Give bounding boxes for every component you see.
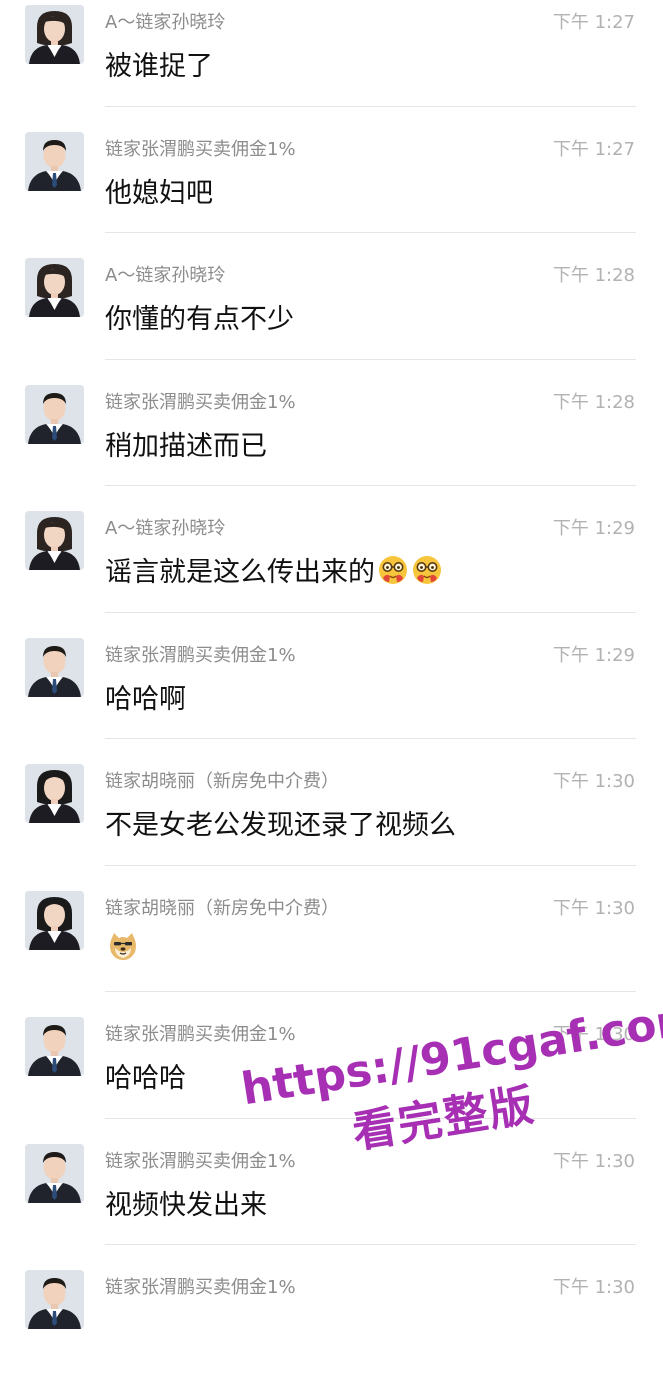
message-text[interactable]: 哈哈哈 [105,1056,186,1095]
sender-name[interactable]: 链家张渭鹏买卖佣金1% [105,1147,296,1173]
sender-name[interactable]: A～链家孙晓玲 [105,261,225,287]
message-text[interactable]: 视频快发出来 [105,1183,267,1222]
avatar[interactable] [25,384,84,444]
avatar[interactable] [25,131,84,191]
avatar[interactable] [25,890,84,950]
message-text[interactable]: 被谁捉了 [105,44,213,83]
message-text[interactable]: 谣言就是这么传出来的 [105,550,443,589]
message-time: 下午 1:27 [552,12,635,33]
message-time: 下午 1:28 [552,391,635,413]
message-divider [105,1117,636,1119]
sender-name[interactable]: 链家胡晓丽（新房免中介费） [105,767,339,793]
message-divider [105,105,636,107]
sender-name[interactable]: A～链家孙晓玲 [105,514,225,540]
message-divider [105,358,636,360]
avatar[interactable] [25,764,84,823]
sender-name[interactable]: 链家张渭鹏买卖佣金1% [105,1020,296,1046]
message-time: 下午 1:30 [552,771,635,792]
chat-message[interactable]: A～链家孙晓玲 下午 1:27 被谁捉了 [0,0,663,127]
message-divider [105,232,636,233]
message-divider [105,1244,636,1245]
message-divider [105,991,636,992]
message-body: 稍加描述而已 [105,430,267,462]
message-time: 下午 1:30 [552,1150,635,1172]
avatar[interactable] [25,5,84,64]
message-divider [105,738,636,739]
avatar[interactable] [25,1017,84,1076]
message-text[interactable]: 你懂的有点不少 [105,297,294,336]
chat-message[interactable]: 链家胡晓丽（新房免中介费） 下午 1:30 [0,886,663,1013]
sender-name[interactable]: 链家张渭鹏买卖佣金1% [105,1273,296,1299]
avatar[interactable] [25,258,84,317]
avatar[interactable] [25,511,84,570]
message-body: 不是女老公发现还录了视频么 [105,810,456,841]
message-text[interactable]: 稍加描述而已 [105,424,267,463]
chat-message[interactable]: 链家胡晓丽（新房免中介费） 下午 1:30 不是女老公发现还录了视频么 [0,759,663,886]
message-time: 下午 1:29 [552,518,635,539]
avatar[interactable] [25,637,84,697]
message-time: 下午 1:27 [552,138,635,160]
message-body: 被谁捉了 [105,51,213,82]
glasses-face-emoji [409,553,443,586]
avatar[interactable] [25,1143,84,1203]
message-body: 你懂的有点不少 [105,304,294,335]
chat-message[interactable]: A～链家孙晓玲 下午 1:28 你懂的有点不少 [0,253,663,380]
message-time: 下午 1:28 [552,265,635,286]
chat-message[interactable]: A～链家孙晓玲 下午 1:29 谣言就是这么传出来的 [0,506,663,633]
sender-name[interactable]: A～链家孙晓玲 [105,8,225,34]
message-divider [105,485,636,486]
sender-name[interactable]: 链家张渭鹏买卖佣金1% [105,641,296,667]
message-text[interactable]: 他媳妇吧 [105,171,213,210]
message-time: 下午 1:29 [552,644,635,666]
message-text[interactable] [105,930,139,963]
message-divider [105,611,636,613]
sender-name[interactable]: 链家张渭鹏买卖佣金1% [105,135,296,161]
message-divider [105,864,636,866]
message-body: 视频快发出来 [105,1189,267,1221]
message-text[interactable]: 不是女老公发现还录了视频么 [105,803,456,842]
chat-message[interactable]: 链家张渭鹏买卖佣金1% 下午 1:30 视频快发出来 [0,1139,663,1266]
message-time: 下午 1:30 [552,1277,635,1298]
chat-message[interactable]: 链家张渭鹏买卖佣金1% 下午 1:29 哈哈啊 [0,633,663,760]
message-time: 下午 1:30 [552,897,635,919]
message-time: 下午 1:30 [552,1024,635,1045]
message-text[interactable]: 哈哈啊 [105,677,186,716]
chat-message[interactable]: 链家张渭鹏买卖佣金1% 下午 1:30 [0,1265,663,1392]
message-body: 哈哈啊 [105,683,186,715]
doge-emoji [105,930,139,963]
glasses-face-emoji [375,553,409,586]
avatar[interactable] [25,1270,84,1329]
chat-message[interactable]: 链家张渭鹏买卖佣金1% 下午 1:27 他媳妇吧 [0,127,663,254]
message-body: 哈哈哈 [105,1063,186,1094]
message-body: 谣言就是这么传出来的 [105,557,375,588]
message-body: 他媳妇吧 [105,177,213,209]
chat-message[interactable]: 链家张渭鹏买卖佣金1% 下午 1:30 哈哈哈 [0,1012,663,1139]
chat-message-list[interactable]: A～链家孙晓玲 下午 1:27 被谁捉了 链家张渭鹏买卖佣金1% 下午 1:27 他媳妇吧… [0,0,663,1392]
sender-name[interactable]: 链家张渭鹏买卖佣金1% [105,388,296,414]
chat-message[interactable]: 链家张渭鹏买卖佣金1% 下午 1:28 稍加描述而已 [0,380,663,507]
sender-name[interactable]: 链家胡晓丽（新房免中介费） [105,894,339,920]
